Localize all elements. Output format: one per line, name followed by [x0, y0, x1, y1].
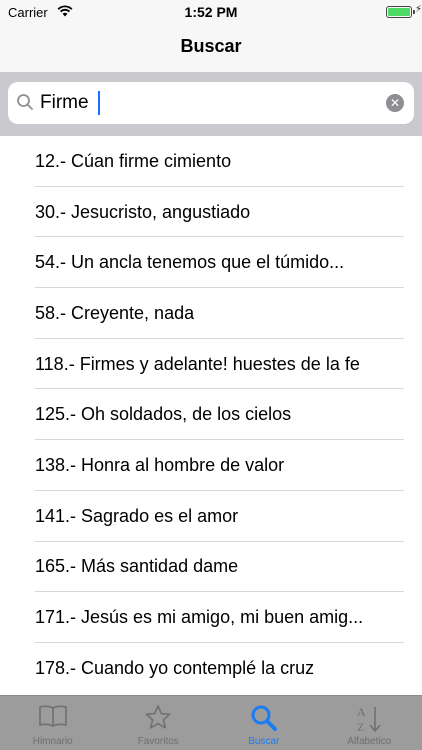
svg-text:Z: Z: [357, 720, 364, 734]
charging-icon: ⚡: [414, 4, 422, 15]
page-title: Buscar: [180, 36, 242, 56]
list-item-label: 138.- Honra al hombre de valor: [35, 454, 285, 475]
navigation-bar: Buscar: [0, 26, 422, 72]
list-item-label: 178.- Cuando yo contemplé la cruz: [35, 657, 315, 678]
svg-text:A: A: [357, 705, 366, 719]
tab-label: Himnario: [32, 736, 73, 747]
clear-icon[interactable]: ✕: [386, 94, 404, 112]
results-list: 12.- Cúan firme cimiento 30.- Jesucristo,…: [0, 136, 422, 695]
list-item-label: 12.- Cúan firme cimiento: [35, 150, 232, 171]
list-item-label: 54.- Un ancla tenemos que el túmido...: [35, 252, 345, 273]
list-item-label: 165.- Más santidad dame: [35, 556, 239, 577]
list-item[interactable]: 118.- Firmes y adelante! huestes de la f…: [0, 339, 422, 390]
tab-label: Favoritos: [137, 736, 179, 747]
search-icon: [17, 94, 33, 110]
tab-himnario[interactable]: Himnario: [0, 696, 106, 750]
list-item-label: 30.- Jesucristo, angustiado: [35, 201, 251, 222]
tab-buscar[interactable]: Buscar: [211, 696, 317, 750]
list-item-label: 141.- Sagrado es el amor: [35, 505, 239, 526]
status-bar: Carrier 1:52 PM ⚡: [0, 0, 422, 26]
list-item[interactable]: 141.- Sagrado es el amor: [0, 491, 422, 542]
battery-icon: [386, 6, 415, 18]
search-field[interactable]: ✕: [8, 82, 414, 124]
list-item[interactable]: 178.- Cuando yo contemplé la cruz: [0, 643, 422, 694]
search-bar: ✕: [0, 72, 422, 136]
search-icon: [251, 705, 277, 731]
list-item-label: 171.- Jesús es mi amigo, mi buen amig...: [35, 607, 364, 628]
list-item[interactable]: 165.- Más santidad dame: [0, 542, 422, 593]
list-item[interactable]: 171.- Jesús es mi amigo, mi buen amig...: [0, 592, 422, 643]
list-item-label: 125.- Oh soldados, de los cielos: [35, 404, 292, 425]
list-item[interactable]: 54.- Un ancla tenemos que el túmido...: [0, 237, 422, 288]
sort-az-icon: A Z: [357, 705, 381, 734]
search-input[interactable]: [40, 88, 380, 118]
list-item-label: 118.- Firmes y adelante! huestes de la f…: [35, 353, 360, 374]
tab-favoritos[interactable]: Favoritos: [106, 696, 212, 750]
book-icon: [38, 705, 67, 727]
list-item[interactable]: 30.- Jesucristo, angustiado: [0, 187, 422, 238]
clock: 1:52 PM: [184, 4, 238, 20]
list-item-label: 58.- Creyente, nada: [35, 302, 195, 323]
text-cursor: [98, 91, 100, 115]
tab-bar: Himnario Favoritos Buscar A Z Alfabetico: [0, 695, 422, 750]
list-item[interactable]: 125.- Oh soldados, de los cielos: [0, 389, 422, 440]
tab-label: Buscar: [248, 736, 280, 747]
tab-alfabetico[interactable]: A Z Alfabetico: [317, 696, 422, 750]
list-item[interactable]: 12.- Cúan firme cimiento: [0, 136, 422, 187]
list-item[interactable]: 138.- Honra al hombre de valor: [0, 440, 422, 491]
star-icon: [145, 705, 171, 729]
tab-label: Alfabetico: [347, 736, 392, 747]
list-item[interactable]: 58.- Creyente, nada: [0, 288, 422, 339]
